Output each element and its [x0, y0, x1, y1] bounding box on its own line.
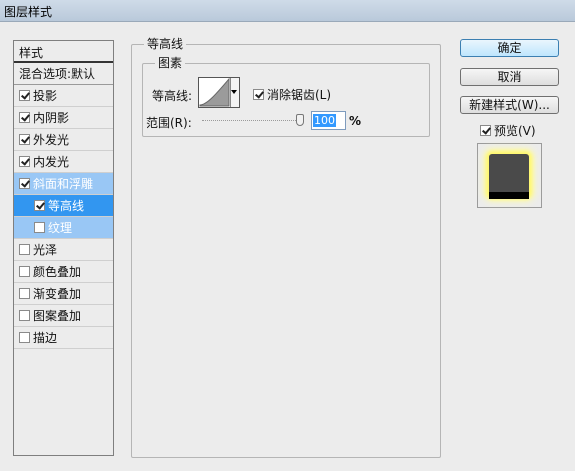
checkbox[interactable]	[19, 332, 30, 343]
contour-curve-icon	[199, 78, 230, 107]
range-slider-track[interactable]	[202, 120, 302, 122]
list-item-outer-glow[interactable]: 外发光	[14, 129, 113, 151]
contour-dropdown-button[interactable]	[230, 78, 239, 107]
checkbox[interactable]	[19, 266, 30, 277]
title-bar: 图层样式	[0, 0, 575, 22]
preview-shadow	[489, 192, 529, 199]
chevron-down-icon	[231, 90, 237, 94]
checkbox[interactable]	[34, 222, 45, 233]
checkbox[interactable]	[19, 90, 30, 101]
list-item-label: 渐变叠加	[33, 287, 82, 301]
list-item-texture[interactable]: 纹理	[14, 217, 113, 239]
list-item-label: 内阴影	[33, 111, 70, 125]
list-item-blending-options[interactable]: 混合选项:默认	[14, 63, 113, 85]
list-item-drop-shadow[interactable]: 投影	[14, 85, 113, 107]
checkbox[interactable]	[34, 200, 45, 211]
checkbox[interactable]	[253, 89, 264, 100]
list-item-satin[interactable]: 光泽	[14, 239, 113, 261]
list-item-label: 等高线	[48, 199, 85, 213]
preview-swatch	[489, 154, 529, 196]
checkbox[interactable]	[19, 134, 30, 145]
checkbox[interactable]	[19, 244, 30, 255]
contour-picker[interactable]	[198, 77, 240, 108]
list-item-inner-glow[interactable]: 内发光	[14, 151, 113, 173]
new-style-button[interactable]: 新建样式(W)...	[460, 96, 559, 114]
contour-group-title: 等高线	[144, 37, 187, 51]
antialias-checkbox[interactable]: 消除锯齿(L)	[253, 86, 331, 103]
list-item-label: 图案叠加	[33, 309, 82, 323]
list-item-bevel-emboss[interactable]: 斜面和浮雕	[14, 173, 113, 195]
checkbox[interactable]	[19, 288, 30, 299]
preview-checkbox[interactable]: 预览(V)	[480, 122, 536, 139]
list-item-stroke[interactable]: 描边	[14, 327, 113, 349]
list-item-label: 纹理	[48, 221, 73, 235]
checkbox[interactable]	[19, 178, 30, 189]
range-input[interactable]: 100	[311, 111, 346, 130]
range-label: 范围(R):	[146, 116, 192, 130]
list-item-color-overlay[interactable]: 颜色叠加	[14, 261, 113, 283]
list-item-label: 混合选项:默认	[19, 67, 96, 81]
range-slider-handle[interactable]	[296, 114, 304, 126]
list-item-label: 斜面和浮雕	[33, 177, 94, 191]
list-item-inner-shadow[interactable]: 内阴影	[14, 107, 113, 129]
list-item-label: 投影	[33, 89, 58, 103]
contour-label: 等高线:	[152, 89, 193, 103]
elements-group-title: 图素	[155, 56, 186, 70]
style-list-header[interactable]: 样式	[14, 41, 113, 63]
preview-label: 预览(V)	[494, 124, 536, 138]
list-item-label: 描边	[33, 331, 58, 345]
checkbox[interactable]	[19, 156, 30, 167]
style-preview-thumbnail	[477, 143, 542, 208]
list-item-label: 光泽	[33, 243, 58, 257]
list-item-label: 颜色叠加	[33, 265, 82, 279]
list-item-pattern-overlay[interactable]: 图案叠加	[14, 305, 113, 327]
list-item-label: 内发光	[33, 155, 70, 169]
range-unit: %	[349, 114, 362, 128]
ok-button[interactable]: 确定	[460, 39, 559, 57]
list-item-gradient-overlay[interactable]: 渐变叠加	[14, 283, 113, 305]
range-value: 100	[313, 114, 336, 127]
style-list: 样式 混合选项:默认 投影 内阴影 外发光 内发光 斜面和浮雕 等高线 纹理 光…	[13, 40, 114, 456]
list-item-contour[interactable]: 等高线	[14, 195, 113, 217]
list-item-label: 外发光	[33, 133, 70, 147]
checkbox[interactable]	[19, 310, 30, 321]
cancel-button[interactable]: 取消	[460, 68, 559, 86]
checkbox[interactable]	[480, 125, 491, 136]
antialias-label: 消除锯齿(L)	[267, 88, 332, 102]
checkbox[interactable]	[19, 112, 30, 123]
window-title: 图层样式	[4, 5, 53, 19]
